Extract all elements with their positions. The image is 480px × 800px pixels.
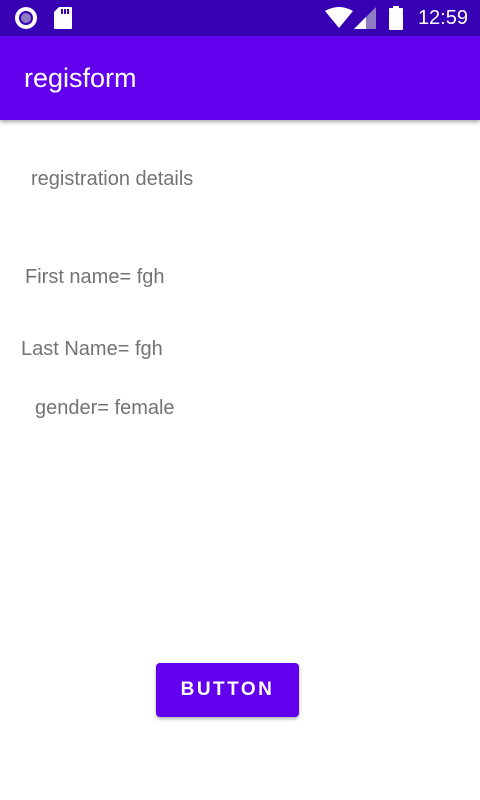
cell-signal-icon bbox=[354, 7, 378, 34]
record-icon bbox=[14, 6, 38, 35]
app-bar: regisform bbox=[0, 36, 480, 120]
gender-text: gender= female bbox=[35, 397, 175, 419]
battery-icon bbox=[389, 6, 403, 35]
status-time: 12:59 bbox=[417, 7, 468, 29]
button-label: BUTTON bbox=[180, 679, 275, 700]
first-name-text: First name= fgh bbox=[25, 266, 165, 288]
last-name-text: Last Name= fgh bbox=[21, 338, 163, 360]
status-bar: 12:59 bbox=[0, 0, 480, 36]
wifi-icon bbox=[325, 7, 353, 34]
app-title: regisform bbox=[24, 63, 137, 93]
sd-card-icon bbox=[53, 6, 73, 35]
submit-button[interactable]: BUTTON bbox=[156, 663, 299, 717]
registration-heading: registration details bbox=[31, 168, 194, 190]
